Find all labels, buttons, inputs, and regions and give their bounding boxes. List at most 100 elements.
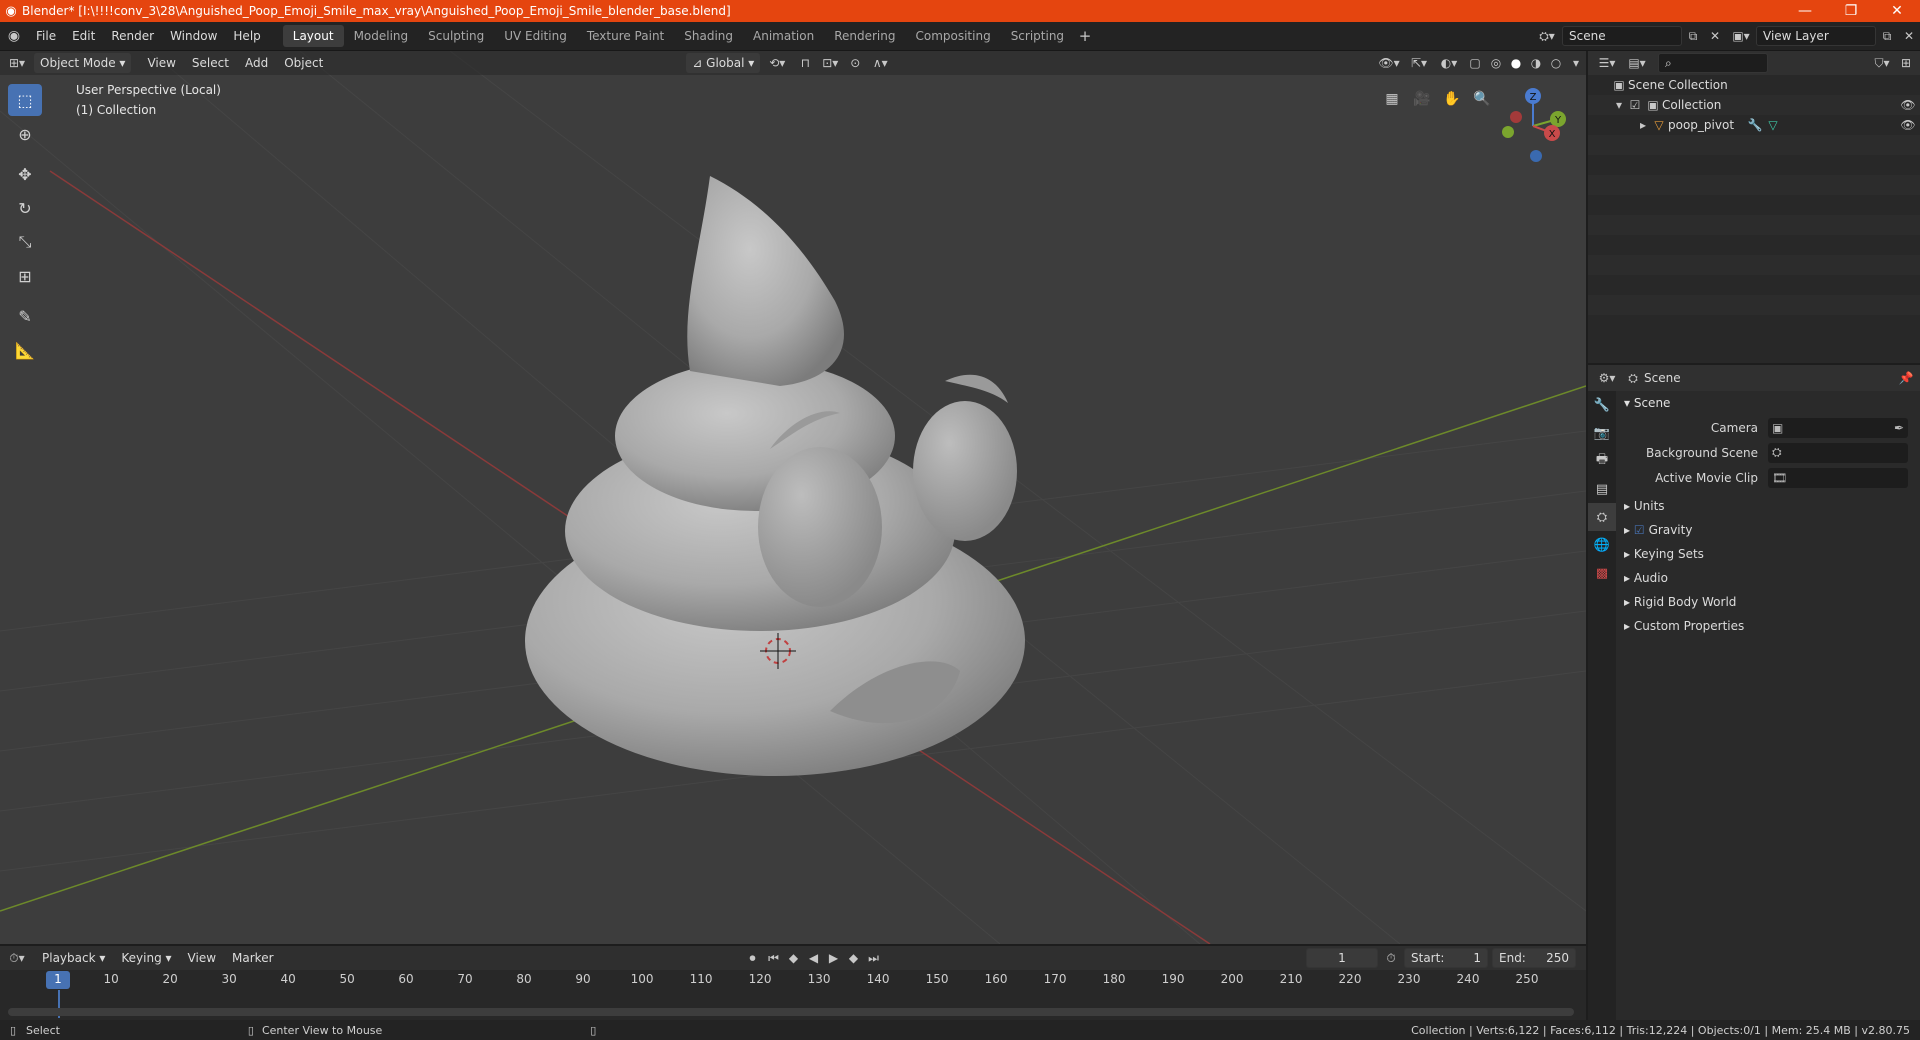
select-box-tool[interactable]: ⬚ xyxy=(8,84,42,116)
tab-modeling[interactable]: Modeling xyxy=(344,25,419,47)
mesh-data-icon[interactable]: ▽ xyxy=(1764,115,1782,135)
checkbox-icon[interactable]: ☑ xyxy=(1626,95,1644,115)
remove-scene-icon[interactable]: ✕ xyxy=(1704,29,1726,43)
visibility-eye-icon[interactable]: 👁 xyxy=(1896,115,1920,135)
viewport-menu-add[interactable]: Add xyxy=(237,52,276,74)
record-icon[interactable]: ⏺ xyxy=(742,951,764,966)
scene-icon[interactable]: ⛭▾ xyxy=(1532,29,1562,44)
world-tab-icon[interactable]: 🌐 xyxy=(1588,531,1616,559)
current-frame-field[interactable]: 1 xyxy=(1306,948,1378,968)
shading-options-icon[interactable]: ▾ xyxy=(1566,56,1586,70)
view-layer-icon[interactable]: ▣▾ xyxy=(1726,29,1756,43)
tab-scripting[interactable]: Scripting xyxy=(1001,25,1074,47)
zoom-view-icon[interactable]: 🔍 xyxy=(1470,87,1494,111)
outliner-editor-type-icon[interactable]: ☰▾ xyxy=(1592,56,1622,70)
units-panel[interactable]: ▸ Units xyxy=(1618,494,1920,518)
tab-shading[interactable]: Shading xyxy=(674,25,743,47)
background-scene-field[interactable]: ⛭ xyxy=(1768,442,1908,463)
camera-view-icon[interactable]: 🎥 xyxy=(1410,87,1434,111)
tab-layout[interactable]: Layout xyxy=(282,25,344,47)
outliner-search-input[interactable]: ⌕ xyxy=(1658,53,1768,73)
filter-icon[interactable]: ⛉▾ xyxy=(1868,56,1896,71)
stopwatch-icon[interactable]: ⏱ xyxy=(1378,951,1404,966)
pin-icon[interactable]: 📌 xyxy=(1896,371,1916,385)
jump-start-icon[interactable]: ⏮ xyxy=(764,951,784,966)
modifier-wrench-icon[interactable]: 🔧 xyxy=(1746,115,1764,135)
mode-selector[interactable]: Object Mode ▾ xyxy=(34,53,132,73)
properties-editor-type-icon[interactable]: ⚙▾ xyxy=(1592,371,1622,385)
proportional-edit-icon[interactable]: ⊙ xyxy=(844,56,866,70)
visibility-eye-icon[interactable]: 👁 xyxy=(1896,95,1920,115)
material-shading-icon[interactable]: ◑ xyxy=(1526,56,1546,70)
tool-tab-icon[interactable]: 🔧 xyxy=(1588,391,1616,419)
play-icon[interactable]: ▶ xyxy=(824,951,844,965)
next-keyframe-icon[interactable]: ◆ xyxy=(844,951,864,965)
cursor-tool[interactable]: ⊕ xyxy=(8,118,42,150)
overlay-toggle-icon[interactable]: ◐▾ xyxy=(1434,56,1464,70)
maximize-button[interactable]: ❐ xyxy=(1828,0,1874,22)
timeline-ruler[interactable]: 1 10 20 30 40 50 60 70 80 90 100 110 120 130 140 150 160… xyxy=(0,971,1586,992)
custom-properties-panel[interactable]: ▸ Custom Properties xyxy=(1618,614,1920,638)
prev-keyframe-icon[interactable]: ◆ xyxy=(784,951,804,965)
view-layer-tab-icon[interactable]: ▤ xyxy=(1588,475,1616,503)
scene-selector[interactable]: Scene xyxy=(1562,26,1682,46)
menu-help[interactable]: Help xyxy=(225,25,268,47)
menu-edit[interactable]: Edit xyxy=(64,25,103,47)
pan-view-icon[interactable]: ✋ xyxy=(1440,87,1464,111)
scale-tool[interactable]: ⤡ xyxy=(8,226,42,258)
outliner-row-poop-pivot[interactable]: ▸ ▽ poop_pivot 🔧 ▽ 👁 xyxy=(1588,115,1920,135)
visibility-icon[interactable]: 👁▾ xyxy=(1374,56,1404,70)
display-mode-icon[interactable]: ▤▾ xyxy=(1622,56,1652,70)
end-frame-field[interactable]: End: 250 xyxy=(1492,948,1576,968)
scene-panel-header[interactable]: ▾ Scene xyxy=(1618,391,1920,415)
navigation-gizmo[interactable]: Z Y X xyxy=(1502,88,1566,162)
view-layer-selector[interactable]: View Layer xyxy=(1756,26,1876,46)
falloff-icon[interactable]: ∧▾ xyxy=(866,56,894,70)
rendered-shading-icon[interactable]: ○ xyxy=(1546,56,1566,70)
play-reverse-icon[interactable]: ◀ xyxy=(804,951,824,965)
tab-uv-editing[interactable]: UV Editing xyxy=(494,25,577,47)
wireframe-shading-icon[interactable]: ◎ xyxy=(1486,56,1506,70)
start-frame-field[interactable]: Start: 1 xyxy=(1404,948,1488,968)
jump-end-icon[interactable]: ⏭ xyxy=(864,951,884,966)
expand-arrow-icon[interactable]: ▸ xyxy=(1636,115,1650,135)
orientation-selector[interactable]: ⊿ Global ▾ xyxy=(686,53,761,73)
timeline-menu-view[interactable]: View xyxy=(180,947,224,969)
add-workspace-icon[interactable]: + xyxy=(1074,27,1096,45)
timeline-menu-keying[interactable]: Keying ▾ xyxy=(113,947,179,969)
timeline-menu-playback[interactable]: Playback ▾ xyxy=(34,947,113,969)
3d-viewport[interactable]: Z Y X ⊞ ▾ Object Mode ▾ View Select Add O… xyxy=(0,51,1586,944)
rotate-tool[interactable]: ↻ xyxy=(8,192,42,224)
keying-sets-panel[interactable]: ▸ Keying Sets xyxy=(1618,542,1920,566)
tab-rendering[interactable]: Rendering xyxy=(824,25,905,47)
gravity-checkbox[interactable]: ☑ xyxy=(1634,518,1645,542)
viewport-menu-object[interactable]: Object xyxy=(276,52,331,74)
viewport-menu-select[interactable]: Select xyxy=(184,52,237,74)
pivot-point-icon[interactable]: ⟲▾ xyxy=(760,56,794,70)
tab-compositing[interactable]: Compositing xyxy=(905,25,1000,47)
snap-target-icon[interactable]: ⊡▾ xyxy=(816,56,844,70)
remove-view-layer-icon[interactable]: ✕ xyxy=(1898,29,1920,43)
tab-sculpting[interactable]: Sculpting xyxy=(418,25,494,47)
timeline-editor-type-icon[interactable]: ⏱▾ xyxy=(0,951,34,966)
viewport-menu-view[interactable]: View xyxy=(139,52,183,74)
output-tab-icon[interactable]: 🖶 xyxy=(1588,447,1616,475)
solid-shading-icon[interactable]: ● xyxy=(1506,56,1526,70)
transform-tool[interactable]: ⊞ xyxy=(8,260,42,292)
tab-texture-paint[interactable]: Texture Paint xyxy=(577,25,674,47)
texture-tab-icon[interactable]: ▩ xyxy=(1588,559,1616,587)
move-tool[interactable]: ✥ xyxy=(8,158,42,190)
blender-menu-icon[interactable]: ◉ xyxy=(0,28,28,44)
annotate-tool[interactable]: ✎ xyxy=(8,300,42,332)
close-button[interactable]: ✕ xyxy=(1874,0,1920,22)
expand-arrow-icon[interactable]: ▾ xyxy=(1612,95,1626,115)
tab-animation[interactable]: Animation xyxy=(743,25,824,47)
scene-tab-icon[interactable]: ⛭ xyxy=(1588,503,1616,531)
poop-emoji-model[interactable] xyxy=(525,176,1025,776)
active-movie-clip-field[interactable]: 🎞 xyxy=(1768,467,1908,488)
measure-tool[interactable]: 📐 xyxy=(8,334,42,366)
timeline-menu-marker[interactable]: Marker xyxy=(224,947,281,969)
minimize-button[interactable]: — xyxy=(1782,0,1828,22)
xray-icon[interactable]: ▢ xyxy=(1464,56,1486,70)
new-collection-icon[interactable]: ⊞ xyxy=(1896,56,1916,70)
